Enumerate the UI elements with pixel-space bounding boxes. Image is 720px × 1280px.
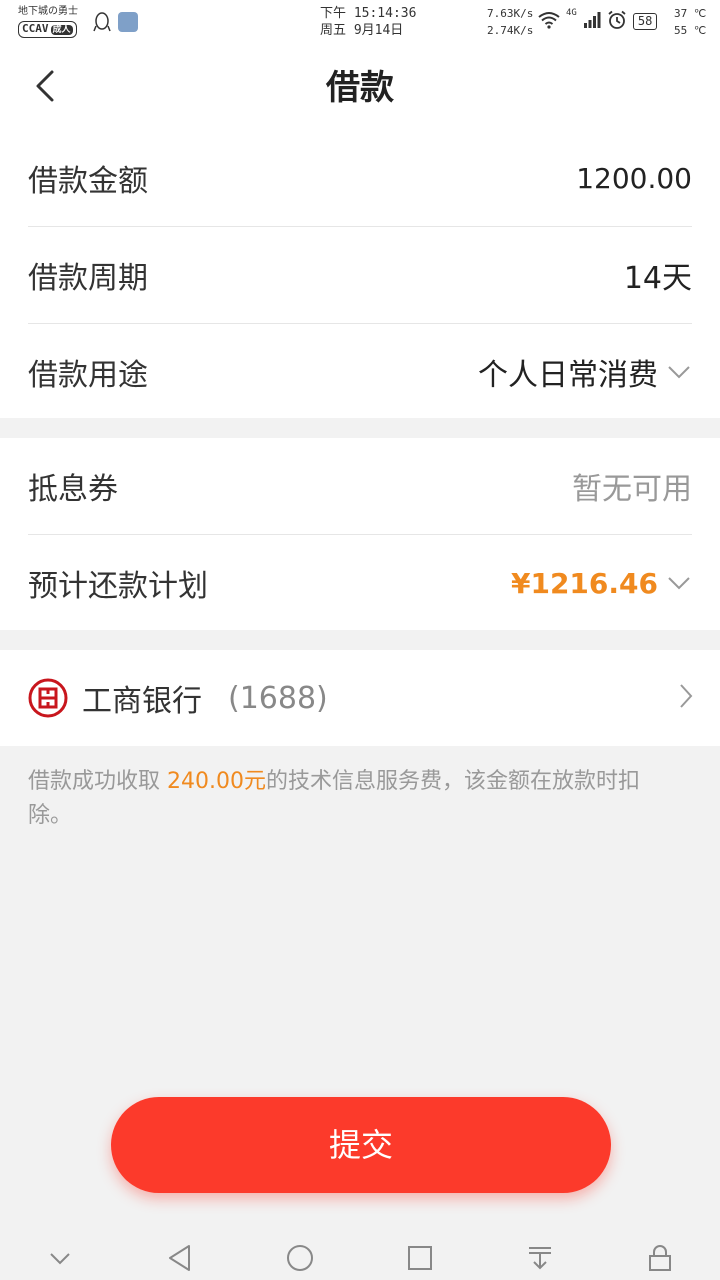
- system-nav-bar: [0, 1236, 720, 1280]
- battery-indicator: 58: [632, 12, 658, 30]
- temperature: 37 ℃ 55 ℃: [674, 5, 706, 39]
- loan-purpose-value: 个人日常消费: [478, 358, 658, 393]
- qq-icon: [92, 12, 112, 32]
- speed-down: 2.74K/s: [487, 24, 534, 37]
- date-text: 周五 9月14日: [320, 23, 404, 38]
- brand-line2: CCAV 成人: [18, 21, 77, 38]
- notice-prefix: 借款成功收取: [28, 769, 167, 794]
- bank-card-number: (1688): [228, 680, 328, 716]
- page-title: 借款: [326, 68, 394, 108]
- repay-plan-value: ¥1216.46: [510, 566, 658, 600]
- nav-lock-button[interactable]: [640, 1238, 680, 1278]
- status-bar: 地下城の勇士 CCAV 成人 下午 15:14:36 周五 9月14日 7.63K…: [0, 0, 720, 46]
- brand-badge: 成人: [50, 25, 73, 35]
- fee-notice: 借款成功收取 240.00元的技术信息服务费，该金额在放款时扣除。: [28, 765, 668, 833]
- cloud-app-icon: [118, 12, 138, 32]
- alarm-icon: [607, 10, 627, 33]
- loan-amount-row: 借款金额 1200.00: [28, 130, 692, 227]
- square-recents-icon: [408, 1246, 432, 1270]
- time-text: 下午 15:14:36: [320, 6, 417, 21]
- triangle-back-icon: [169, 1245, 190, 1271]
- submit-button[interactable]: 提交: [111, 1097, 611, 1193]
- nav-home-button[interactable]: [280, 1238, 320, 1278]
- chevron-right-icon: [680, 684, 693, 708]
- status-icons: 4G 58: [538, 8, 658, 34]
- bank-name: 工商银行: [82, 684, 202, 719]
- notice-fee: 240.00元: [167, 769, 266, 794]
- loan-amount-label: 借款金额: [28, 164, 148, 199]
- repay-plan-label: 预计还款计划: [28, 569, 208, 604]
- brand-logo: 地下城の勇士 CCAV 成人: [18, 6, 88, 38]
- repayment-section: 抵息券 暂无可用 预计还款计划 ¥1216.46: [0, 438, 720, 630]
- repay-plan-row[interactable]: 预计还款计划 ¥1216.46: [28, 535, 692, 631]
- nav-back-button[interactable]: [160, 1238, 200, 1278]
- status-time: 下午 15:14:36 周五 9月14日: [320, 5, 416, 39]
- nav-notification-button[interactable]: [520, 1238, 560, 1278]
- network-speed: 7.63K/s 2.74K/s: [487, 5, 533, 39]
- network-type: 4G: [566, 8, 577, 18]
- loan-period-value: 14天: [623, 261, 692, 296]
- loan-purpose-selector[interactable]: 个人日常消费: [478, 350, 692, 394]
- loan-info-section: 借款金额 1200.00 借款周期 14天 借款用途 个人日常消费: [0, 130, 720, 418]
- brand-ccav: CCAV: [22, 22, 49, 35]
- brand-line1: 地下城の勇士: [18, 6, 78, 17]
- loan-period-label: 借款周期: [28, 261, 148, 296]
- chevron-down-icon: [668, 577, 690, 590]
- nav-header: 借款: [0, 46, 720, 130]
- loan-purpose-row[interactable]: 借款用途 个人日常消费: [28, 324, 692, 420]
- repay-plan-toggle[interactable]: ¥1216.46: [511, 567, 692, 600]
- pull-down-icon: [529, 1247, 551, 1270]
- coupon-value: 暂无可用: [572, 472, 692, 507]
- temp-1: 37 ℃: [674, 7, 707, 20]
- chevron-down-icon: [50, 1253, 70, 1265]
- icbc-logo-icon: [28, 678, 68, 718]
- coupon-row[interactable]: 抵息券 暂无可用: [28, 438, 692, 535]
- speed-up: 7.63K/s: [487, 7, 534, 20]
- bank-card-row[interactable]: 工商银行 (1688): [0, 650, 720, 746]
- lock-icon: [649, 1245, 671, 1271]
- nav-recents-button[interactable]: [400, 1238, 440, 1278]
- nav-hide-button[interactable]: [40, 1238, 80, 1278]
- coupon-label: 抵息券: [28, 472, 118, 507]
- loan-purpose-label: 借款用途: [28, 358, 148, 393]
- loan-amount-value: 1200.00: [576, 161, 692, 195]
- signal-icon: [583, 11, 601, 32]
- circle-home-icon: [287, 1245, 313, 1271]
- temp-2: 55 ℃: [674, 24, 707, 37]
- chevron-down-icon: [668, 366, 690, 379]
- bank-card-section[interactable]: 工商银行 (1688): [0, 650, 720, 746]
- loan-period-row: 借款周期 14天: [28, 227, 692, 324]
- wifi-icon: [538, 11, 560, 32]
